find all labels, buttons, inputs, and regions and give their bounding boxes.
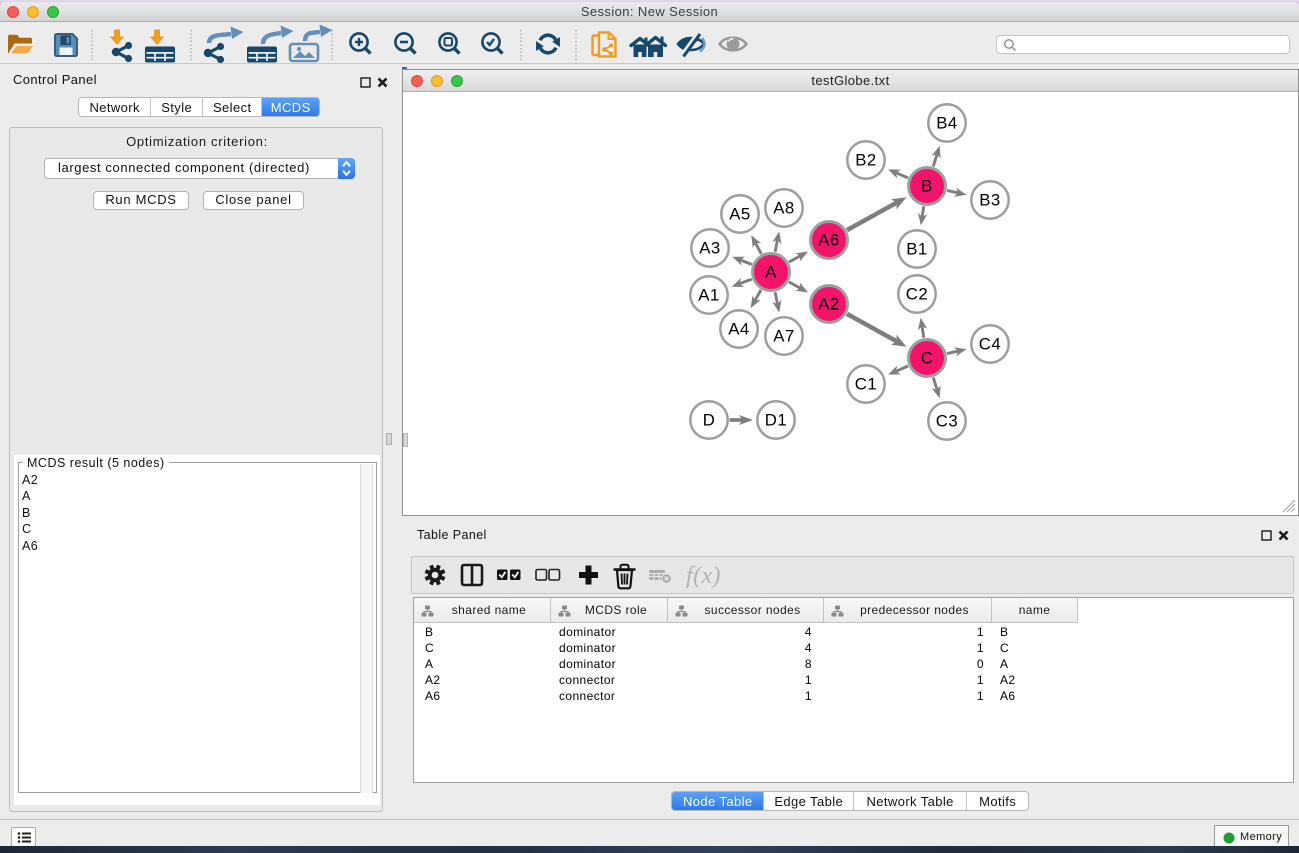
svg-text:A1: A1: [698, 286, 720, 305]
svg-text:A4: A4: [728, 320, 750, 339]
svg-text:C4: C4: [979, 335, 1001, 354]
svg-text:C: C: [921, 349, 934, 368]
svg-text:C1: C1: [855, 375, 877, 394]
svg-text:f(x): f(x): [686, 563, 721, 589]
svg-text:A3: A3: [699, 239, 721, 258]
svg-text:B4: B4: [936, 114, 958, 133]
svg-text:B: B: [921, 177, 933, 196]
svg-text:C3: C3: [936, 412, 958, 431]
svg-text:B3: B3: [979, 191, 1001, 210]
svg-text:A6: A6: [818, 231, 840, 250]
svg-text:D1: D1: [765, 411, 787, 430]
svg-text:D: D: [703, 411, 716, 430]
svg-text:B2: B2: [855, 151, 877, 170]
svg-text:A7: A7: [773, 327, 795, 346]
svg-text:B1: B1: [906, 240, 928, 259]
svg-text:A5: A5: [729, 205, 751, 224]
svg-text:A8: A8: [773, 199, 795, 218]
svg-text:A: A: [765, 263, 777, 282]
svg-text:A2: A2: [818, 295, 840, 314]
svg-text:C2: C2: [906, 285, 928, 304]
